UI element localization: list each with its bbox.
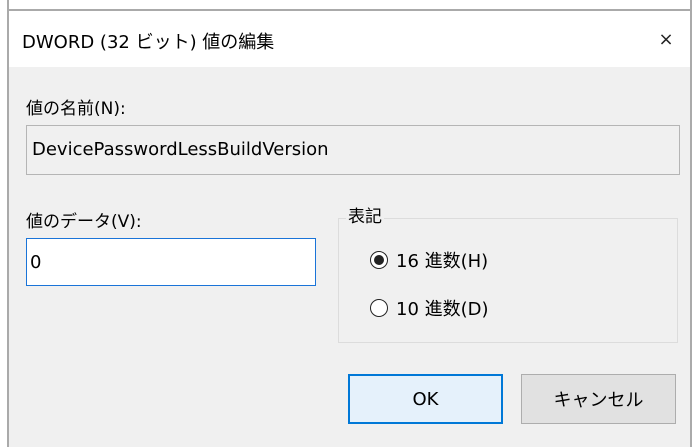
value-name-text: DevicePasswordLessBuildVersion [32,139,329,160]
radio-checked-icon [370,251,388,269]
window-border-left [0,0,9,447]
close-icon: × [658,28,674,50]
radio-unchecked-icon [370,299,388,317]
value-data-label: 値のデータ(V): [26,212,142,232]
value-data-input[interactable] [26,238,316,286]
close-button[interactable]: × [642,11,690,67]
radio-hexadecimal-label: 16 進数(H) [396,251,489,272]
edit-dword-dialog: DWORD (32 ビット) 値の編集 × 値の名前(N): DevicePas… [0,0,692,447]
radio-decimal-label: 10 進数(D) [396,299,489,320]
radio-decimal[interactable]: 10 進数(D) [370,295,489,321]
title-bar[interactable]: DWORD (32 ビット) 値の編集 × [9,11,690,67]
cancel-button[interactable]: キャンセル [521,374,676,424]
base-groupbox [338,218,678,343]
ok-button[interactable]: OK [348,374,503,424]
base-group-title: 表記 [346,202,384,227]
radio-hexadecimal[interactable]: 16 進数(H) [370,247,488,273]
dialog-title: DWORD (32 ビット) 値の編集 [22,32,275,53]
value-name-field[interactable]: DevicePasswordLessBuildVersion [26,125,680,175]
value-name-label: 値の名前(N): [26,99,126,119]
window-border-top [0,0,692,11]
